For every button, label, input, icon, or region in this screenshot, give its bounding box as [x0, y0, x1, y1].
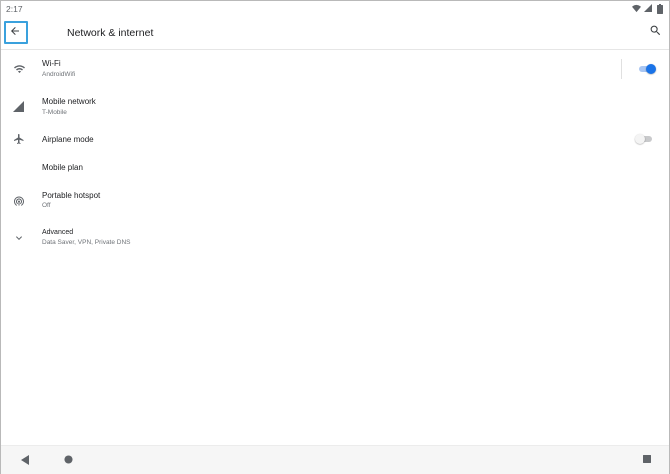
list-item-title: Mobile plan	[42, 163, 83, 172]
list-item-advanced[interactable]: Advanced Data Saver, VPN, Private DNS	[1, 224, 669, 254]
list-item-title: Portable hotspot	[42, 191, 101, 200]
list-item-summary: T-Mobile	[42, 109, 67, 116]
list-item-mobile-plan[interactable]: Mobile plan	[1, 156, 669, 178]
cell-signal-icon	[644, 4, 652, 12]
back-button[interactable]	[4, 21, 28, 44]
navigation-bar	[1, 445, 669, 474]
status-bar: 2:17	[1, 1, 669, 17]
nav-home-button[interactable]	[60, 452, 76, 468]
list-item-title: Airplane mode	[42, 135, 94, 144]
list-item-summary: AndroidWifi	[42, 71, 76, 78]
chevron-down-icon	[13, 232, 25, 244]
list-item-title: Wi-Fi	[42, 59, 61, 68]
wifi-signal-icon	[632, 4, 641, 13]
airplane-icon	[13, 133, 25, 145]
list-item-airplane-mode[interactable]: Airplane mode	[1, 126, 669, 152]
wifi-toggle[interactable]	[638, 63, 656, 75]
list-item-summary: Data Saver, VPN, Private DNS	[42, 239, 131, 246]
cell-signal-icon	[13, 101, 25, 113]
nav-recents-button[interactable]	[639, 452, 655, 468]
list-item-wifi[interactable]: Wi-Fi AndroidWifi	[1, 54, 669, 86]
list-item-summary: Off	[42, 202, 51, 209]
search-button[interactable]	[649, 24, 663, 38]
nav-home-icon	[63, 455, 73, 464]
status-time: 2:17	[6, 4, 23, 14]
list-item-title: Mobile network	[42, 97, 96, 106]
page-title: Network & internet	[67, 27, 154, 39]
list-item-title: Advanced	[42, 229, 74, 236]
vertical-divider	[621, 59, 622, 79]
search-icon	[650, 25, 661, 36]
nav-back-button[interactable]	[17, 452, 33, 468]
list-item-portable-hotspot[interactable]: Portable hotspot Off	[1, 186, 669, 216]
airplane-mode-toggle[interactable]	[635, 133, 653, 145]
app-bar: Network & internet	[1, 19, 669, 50]
list-item-mobile-network[interactable]: Mobile network T-Mobile	[1, 90, 669, 122]
arrow-back-icon	[11, 27, 19, 35]
wifi-icon	[13, 63, 25, 75]
battery-icon	[657, 4, 663, 14]
hotspot-icon	[13, 195, 25, 207]
nav-back-icon	[20, 455, 29, 465]
nav-recents-icon	[643, 455, 651, 463]
